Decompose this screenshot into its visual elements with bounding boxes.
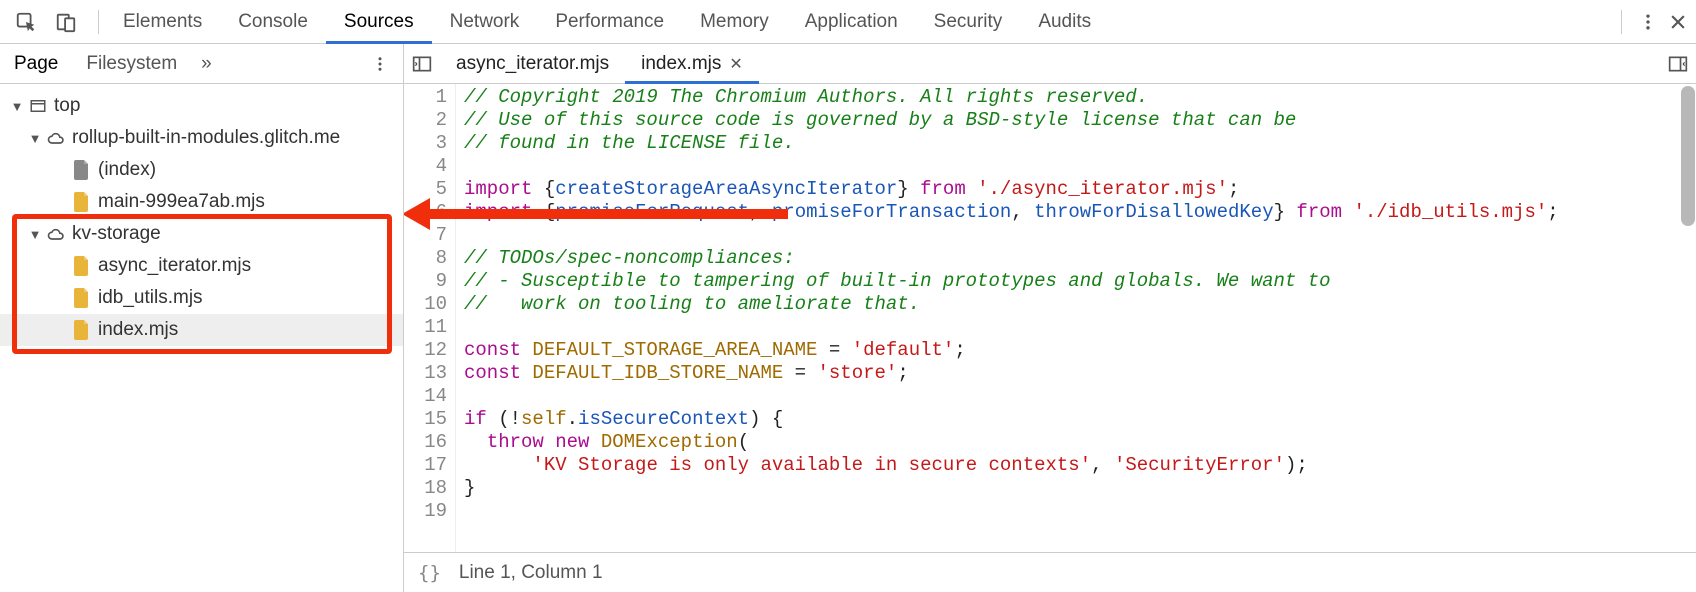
file-tree: ▼ top ▼ rollup-built-in-modules.glitch.m… — [0, 84, 403, 592]
sidebar-header: PageFilesystem » — [0, 44, 403, 84]
code-line: // - Susceptible to tampering of built-i… — [464, 270, 1696, 293]
document-icon — [72, 160, 92, 180]
device-toolbar-icon[interactable] — [48, 4, 84, 40]
tree-label: (index) — [98, 159, 156, 181]
main-tab-memory[interactable]: Memory — [682, 0, 787, 43]
sidebar-tab-filesystem[interactable]: Filesystem — [72, 44, 191, 83]
tree-kv[interactable]: ▼ kv-storage — [0, 218, 403, 250]
editor-tab[interactable]: async_iterator.mjs — [440, 44, 625, 83]
toggle-debugger-icon[interactable] — [1660, 55, 1696, 73]
editor-column: async_iterator.mjs index.mjs ✕ 12345678910… — [404, 44, 1696, 592]
scrollbar-thumb[interactable] — [1681, 86, 1695, 226]
tree-file[interactable]: index.mjs — [0, 314, 403, 346]
code-line: if (!self.isSecureContext) { — [464, 408, 1696, 431]
cloud-icon — [46, 224, 66, 244]
more-tabs-icon[interactable]: » — [191, 53, 222, 75]
frame-icon — [28, 96, 48, 116]
main-tab-elements[interactable]: Elements — [105, 0, 220, 43]
code-content[interactable]: // Copyright 2019 The Chromium Authors. … — [456, 84, 1696, 552]
js-file-icon — [72, 256, 92, 276]
tree-label: top — [54, 95, 80, 117]
editor-tabs-row: async_iterator.mjs index.mjs ✕ — [404, 44, 1696, 84]
main-tab-sources[interactable]: Sources — [326, 0, 432, 43]
tree-label: idb_utils.mjs — [98, 287, 203, 309]
cursor-position: Line 1, Column 1 — [459, 562, 603, 584]
code-line: // TODOs/spec-noncompliances: — [464, 247, 1696, 270]
editor-tab-label: async_iterator.mjs — [456, 53, 609, 75]
main-tab-network[interactable]: Network — [432, 0, 538, 43]
tree-label: async_iterator.mjs — [98, 255, 251, 277]
code-area: 12345678910111213141516171819 // Copyrig… — [404, 84, 1696, 552]
sidebar-menu-icon[interactable] — [357, 55, 403, 73]
status-bar: {} Line 1, Column 1 — [404, 552, 1696, 592]
toolbar-right-icons — [1615, 10, 1696, 34]
code-line — [464, 224, 1696, 247]
code-line: 'KV Storage is only available in secure … — [464, 454, 1696, 477]
close-devtools-icon[interactable] — [1668, 12, 1688, 32]
code-line: // work on tooling to ameliorate that. — [464, 293, 1696, 316]
code-line — [464, 385, 1696, 408]
js-file-icon — [72, 288, 92, 308]
tree-top[interactable]: ▼ top — [0, 90, 403, 122]
close-tab-icon[interactable]: ✕ — [729, 54, 742, 74]
main-tab-security[interactable]: Security — [916, 0, 1021, 43]
code-line: const DEFAULT_IDB_STORE_NAME = 'store'; — [464, 362, 1696, 385]
code-line: // found in the LICENSE file. — [464, 132, 1696, 155]
code-line: import {promiseForRequest, promiseForTra… — [464, 201, 1696, 224]
tree-label: index.mjs — [98, 319, 178, 341]
inspect-element-icon[interactable] — [8, 4, 44, 40]
tree-label: rollup-built-in-modules.glitch.me — [72, 127, 340, 149]
tree-file[interactable]: main-999ea7ab.mjs — [0, 186, 403, 218]
main-tabs: ElementsConsoleSourcesNetworkPerformance… — [105, 0, 1109, 43]
navigator-sidebar: PageFilesystem » ▼ top ▼ rollup-built-in… — [0, 44, 404, 592]
cloud-icon — [46, 128, 66, 148]
code-line — [464, 316, 1696, 339]
main-area: PageFilesystem » ▼ top ▼ rollup-built-in… — [0, 44, 1696, 592]
tree-file[interactable]: async_iterator.mjs — [0, 250, 403, 282]
line-gutter: 12345678910111213141516171819 — [404, 84, 456, 552]
separator — [1621, 10, 1622, 34]
code-line — [464, 155, 1696, 178]
more-menu-icon[interactable] — [1638, 12, 1658, 32]
code-line — [464, 500, 1696, 523]
main-tab-console[interactable]: Console — [220, 0, 326, 43]
tree-domain[interactable]: ▼ rollup-built-in-modules.glitch.me — [0, 122, 403, 154]
devtools-toolbar: ElementsConsoleSourcesNetworkPerformance… — [0, 0, 1696, 44]
code-line: throw new DOMException( — [464, 431, 1696, 454]
tree-file[interactable]: idb_utils.mjs — [0, 282, 403, 314]
tree-label: kv-storage — [72, 223, 161, 245]
code-line: // Copyright 2019 The Chromium Authors. … — [464, 86, 1696, 109]
main-tab-performance[interactable]: Performance — [537, 0, 682, 43]
separator — [98, 10, 99, 34]
sidebar-tab-page[interactable]: Page — [0, 44, 72, 83]
code-line: } — [464, 477, 1696, 500]
tree-file[interactable]: (index) — [0, 154, 403, 186]
editor-tab[interactable]: index.mjs ✕ — [625, 44, 759, 83]
main-tab-application[interactable]: Application — [787, 0, 916, 43]
pretty-print-icon[interactable]: {} — [418, 562, 441, 584]
main-tab-audits[interactable]: Audits — [1020, 0, 1109, 43]
js-file-icon — [72, 320, 92, 340]
editor-tab-label: index.mjs — [641, 53, 721, 75]
code-line: const DEFAULT_STORAGE_AREA_NAME = 'defau… — [464, 339, 1696, 362]
tree-label: main-999ea7ab.mjs — [98, 191, 265, 213]
code-line: import {createStorageAreaAsyncIterator} … — [464, 178, 1696, 201]
js-file-icon — [72, 192, 92, 212]
code-line: // Use of this source code is governed b… — [464, 109, 1696, 132]
toggle-navigator-icon[interactable] — [404, 55, 440, 73]
toolbar-left-icons — [0, 4, 92, 40]
